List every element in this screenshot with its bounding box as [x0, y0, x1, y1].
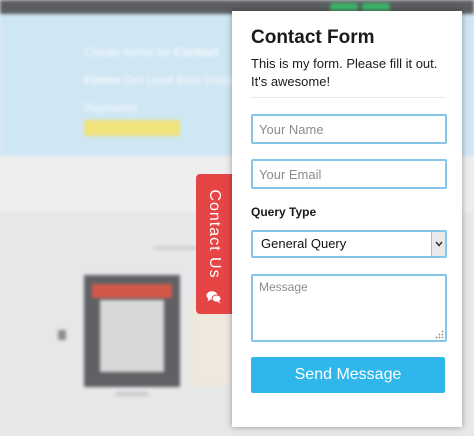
background-arrow-icon — [58, 330, 66, 340]
form-description: This is my form. Please fill it out. It'… — [251, 56, 438, 89]
send-message-button[interactable]: Send Message — [251, 357, 445, 393]
query-type-select[interactable]: General Query — [251, 230, 447, 258]
background-screenshot-body — [100, 300, 164, 372]
message-textarea[interactable] — [251, 274, 447, 342]
resize-grip-icon[interactable] — [435, 330, 444, 339]
contact-form-panel: Contact Form This is my form. Please fil… — [232, 11, 462, 427]
name-input[interactable] — [251, 114, 447, 144]
chat-bubbles-icon — [206, 291, 222, 304]
query-type-selected-value: General Query — [261, 236, 347, 251]
contact-us-tab[interactable]: Contact Us — [196, 174, 232, 314]
email-input[interactable] — [251, 159, 447, 189]
form-divider — [251, 97, 445, 98]
background-screenshot-header — [92, 284, 172, 298]
chevron-down-icon — [435, 241, 443, 247]
background-hero-button — [84, 120, 180, 136]
select-dropdown-button[interactable] — [431, 232, 445, 256]
contact-us-tab-label: Contact Us — [206, 189, 223, 279]
background-caption-bar — [116, 392, 148, 396]
form-title: Contact Form — [251, 27, 375, 48]
background-top-button — [362, 3, 390, 11]
background-top-button — [330, 3, 358, 11]
query-type-label: Query Type — [251, 205, 317, 219]
background-hero-text: Create forms for Contact Forms Get Lead … — [84, 45, 241, 115]
